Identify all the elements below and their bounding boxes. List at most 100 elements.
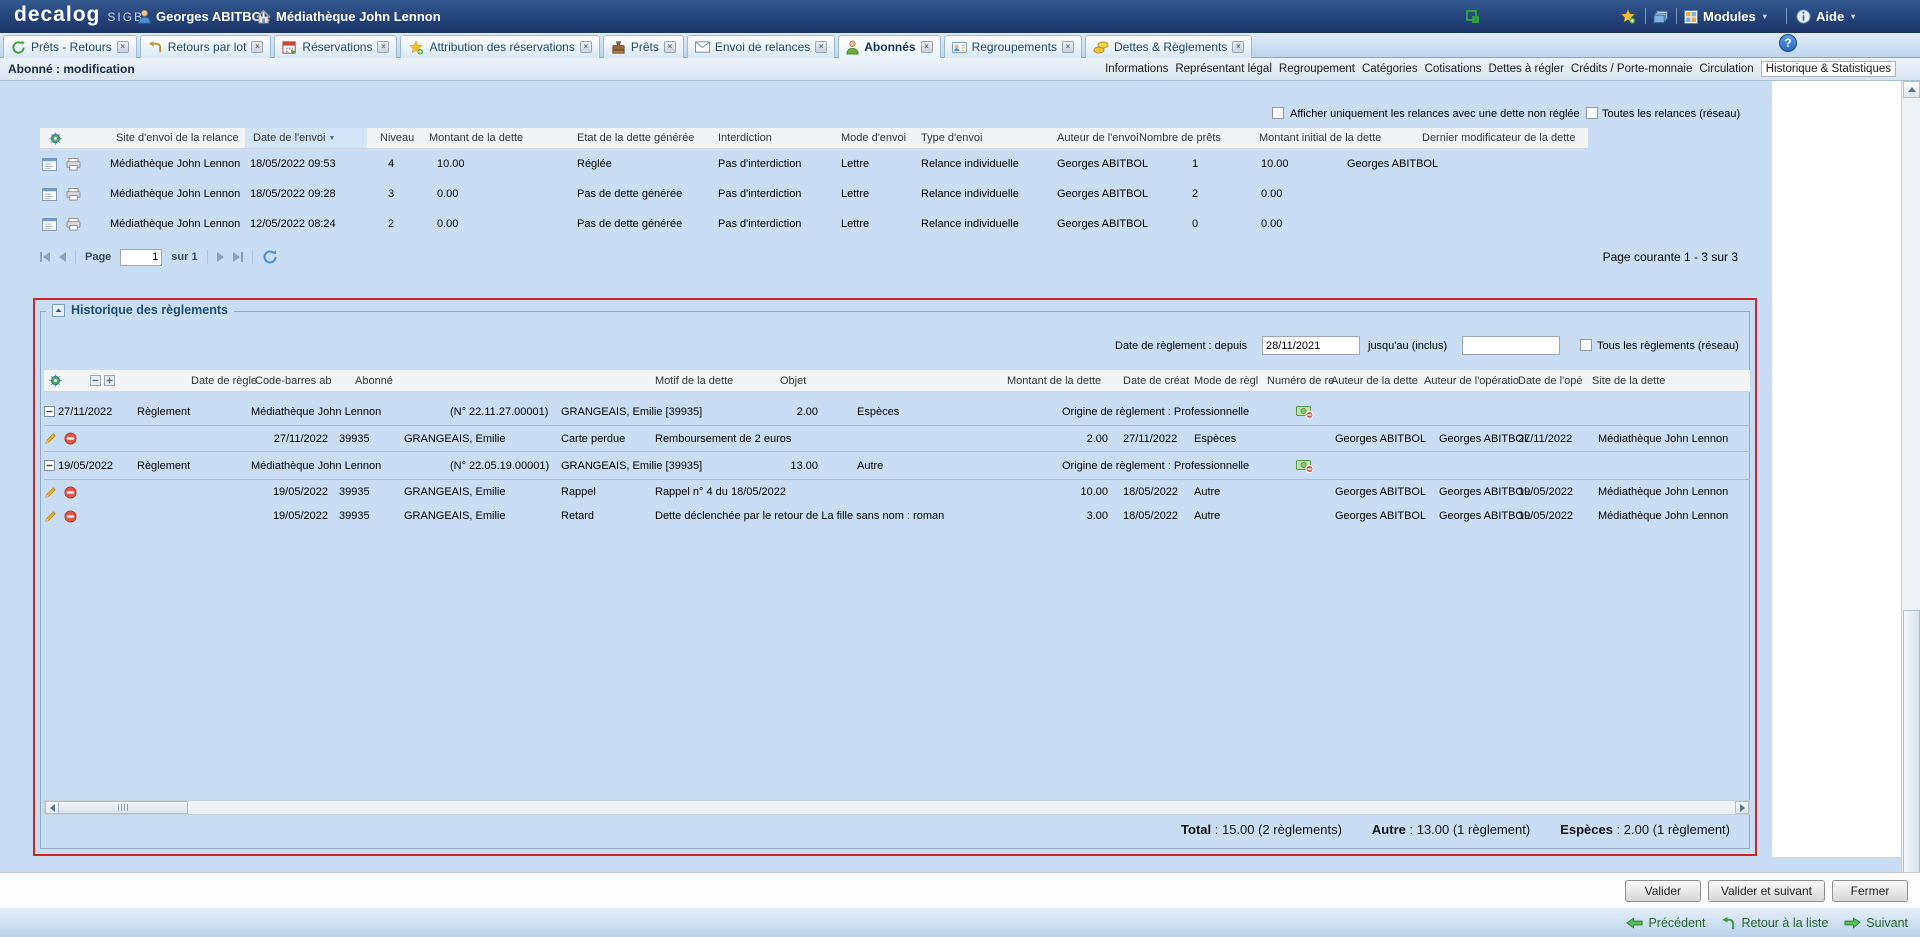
tab-abonnes[interactable]: Abonnés × (838, 35, 940, 58)
col-mode-envoi[interactable]: Mode d'envoi (841, 128, 906, 148)
col-motif-dette[interactable]: Motif de la dette (655, 370, 733, 391)
last-page-icon[interactable] (233, 252, 243, 262)
next-page-icon[interactable] (217, 252, 224, 262)
nav-circulation[interactable]: Circulation (1699, 63, 1753, 75)
scroll-left-icon[interactable] (45, 801, 59, 814)
nav-representant-legal[interactable]: Représentant légal (1175, 63, 1272, 75)
edit-pencil-icon[interactable] (44, 426, 57, 451)
fermer-button[interactable]: Fermer (1832, 880, 1908, 902)
nav-dettes-a-regler[interactable]: Dettes à régler (1488, 63, 1563, 75)
reglement-detail-row[interactable]: 27/11/2022 39935 GRANGEAIS, Emilie Carte… (44, 426, 1750, 452)
receipt-banknote-icon[interactable] (1296, 452, 1314, 479)
scroll-right-icon[interactable] (1735, 801, 1749, 814)
tab-envoi-relances[interactable]: Envoi de relances × (687, 35, 835, 58)
col-etat-dette[interactable]: Etat de la dette générée (577, 128, 694, 148)
close-icon[interactable]: × (664, 41, 676, 53)
report-icon[interactable] (42, 179, 57, 209)
expand-collapse-all-icon[interactable] (90, 370, 116, 391)
help-icon[interactable]: ? (1779, 34, 1797, 52)
tab-prets[interactable]: Prêts × (603, 35, 684, 58)
nav-regroupement[interactable]: Regroupement (1279, 63, 1355, 75)
relance-row[interactable]: Médiathèque John Lennon 18/05/2022 09:28… (40, 179, 1588, 209)
collapse-panel-icon[interactable] (52, 304, 65, 317)
report-icon[interactable] (42, 209, 57, 239)
reglement-detail-row[interactable]: 19/05/2022 39935 GRANGEAIS, Emilie Retar… (44, 504, 1750, 528)
receipt-banknote-icon[interactable] (1296, 398, 1314, 425)
column-settings-gear-icon[interactable] (48, 370, 63, 391)
col-auteur-operation[interactable]: Auteur de l'opératio (1424, 370, 1519, 391)
reglement-detail-row[interactable]: 19/05/2022 39935 GRANGEAIS, Emilie Rappe… (44, 480, 1750, 504)
edit-pencil-icon[interactable] (44, 504, 57, 528)
favorites-icon[interactable] (1620, 0, 1636, 33)
print-icon[interactable] (66, 179, 81, 209)
horizontal-scrollbar-thumb[interactable] (58, 801, 188, 814)
vertical-scrollbar-thumb[interactable] (1903, 610, 1920, 890)
col-objet[interactable]: Objet (780, 370, 806, 391)
col-date-creation[interactable]: Date de créat (1123, 370, 1189, 391)
tab-reservations[interactable]: Réservations × (274, 35, 397, 58)
valider-et-suivant-button[interactable]: Valider et suivant (1708, 880, 1825, 902)
print-icon[interactable] (66, 209, 81, 239)
nav-informations[interactable]: Informations (1105, 63, 1168, 75)
col-niveau[interactable]: Niveau (380, 128, 414, 148)
remove-icon[interactable] (64, 504, 77, 528)
reglements-network-checkbox[interactable] (1580, 339, 1592, 351)
relance-row[interactable]: Médiathèque John Lennon 12/05/2022 08:24… (40, 209, 1588, 239)
close-icon[interactable]: × (1062, 41, 1074, 53)
collapse-group-icon[interactable] (44, 452, 55, 479)
relances-unpaid-checkbox[interactable] (1272, 107, 1284, 119)
print-icon[interactable] (66, 149, 81, 179)
nav-historique-statistiques[interactable]: Historique & Statistiques (1761, 61, 1896, 77)
remove-icon[interactable] (64, 480, 77, 504)
column-settings-gear-icon[interactable] (48, 128, 63, 148)
col-date-reglement[interactable]: Date de règle (191, 370, 257, 391)
col-date-operation[interactable]: Date de l'opé (1518, 370, 1582, 391)
modules-menu[interactable]: Modules ▾ (1684, 0, 1767, 33)
tab-dettes-reglements[interactable]: Dettes & Règlements × (1085, 35, 1252, 58)
collapse-group-icon[interactable] (44, 398, 55, 425)
page-input[interactable] (120, 249, 162, 266)
report-icon[interactable] (42, 149, 57, 179)
refresh-icon[interactable] (262, 249, 278, 265)
tab-attribution-reservations[interactable]: Attribution des réservations × (400, 35, 599, 58)
col-date-envoi[interactable]: Date de l'envoi ▼ (253, 128, 335, 148)
col-site-envoi[interactable]: Site d'envoi de la relance (116, 128, 239, 148)
col-nombre-prets[interactable]: Nombre de prêts (1139, 128, 1221, 148)
tab-regroupements[interactable]: Regroupements × (944, 35, 1082, 58)
col-type-envoi[interactable]: Type d'envoi (921, 128, 982, 148)
col-site-dette[interactable]: Site de la dette (1592, 370, 1665, 391)
col-montant-dette[interactable]: Montant de la dette (429, 128, 523, 148)
date-from-input[interactable] (1262, 336, 1360, 355)
close-icon[interactable]: × (117, 41, 129, 53)
nav-credits-porte-monnaie[interactable]: Crédits / Porte-monnaie (1571, 63, 1692, 75)
first-page-icon[interactable] (40, 252, 50, 262)
tab-retours-par-lot[interactable]: Retours par lot × (140, 35, 272, 58)
close-icon[interactable]: × (815, 41, 827, 53)
close-icon[interactable]: × (580, 41, 592, 53)
previous-page-icon[interactable] (59, 252, 66, 262)
suivant-link[interactable]: Suivant (1844, 916, 1908, 930)
col-code-barres[interactable]: Code-barres ab (255, 370, 331, 391)
close-icon[interactable]: × (251, 41, 263, 53)
nav-cotisations[interactable]: Cotisations (1425, 63, 1482, 75)
aide-menu[interactable]: Aide ▾ (1796, 0, 1855, 33)
close-icon[interactable]: × (921, 41, 933, 53)
col-auteur-envoi[interactable]: Auteur de l'envoi (1057, 128, 1139, 148)
scroll-up-icon[interactable] (1903, 81, 1920, 98)
col-mode-reglement[interactable]: Mode de règl (1194, 370, 1258, 391)
close-icon[interactable]: × (377, 41, 389, 53)
tab-prets-retours[interactable]: Prêts - Retours × (3, 35, 137, 58)
col-auteur-dette[interactable]: Auteur de la dette (1331, 370, 1418, 391)
col-montant-initial[interactable]: Montant initial de la dette (1259, 128, 1381, 148)
reglement-group-row[interactable]: 19/05/2022 Règlement Médiathèque John Le… (44, 452, 1750, 480)
nav-categories[interactable]: Catégories (1362, 63, 1418, 75)
col-numero-recu[interactable]: Numéro de re (1267, 370, 1334, 391)
network-status-icon[interactable] (1466, 0, 1480, 33)
windows-icon[interactable] (1653, 0, 1668, 33)
edit-pencil-icon[interactable] (44, 480, 57, 504)
relance-row[interactable]: Médiathèque John Lennon 18/05/2022 09:53… (40, 149, 1588, 179)
precedent-link[interactable]: Précédent (1626, 916, 1705, 930)
relances-network-checkbox[interactable] (1586, 107, 1598, 119)
close-icon[interactable]: × (1232, 41, 1244, 53)
remove-icon[interactable] (64, 426, 77, 451)
